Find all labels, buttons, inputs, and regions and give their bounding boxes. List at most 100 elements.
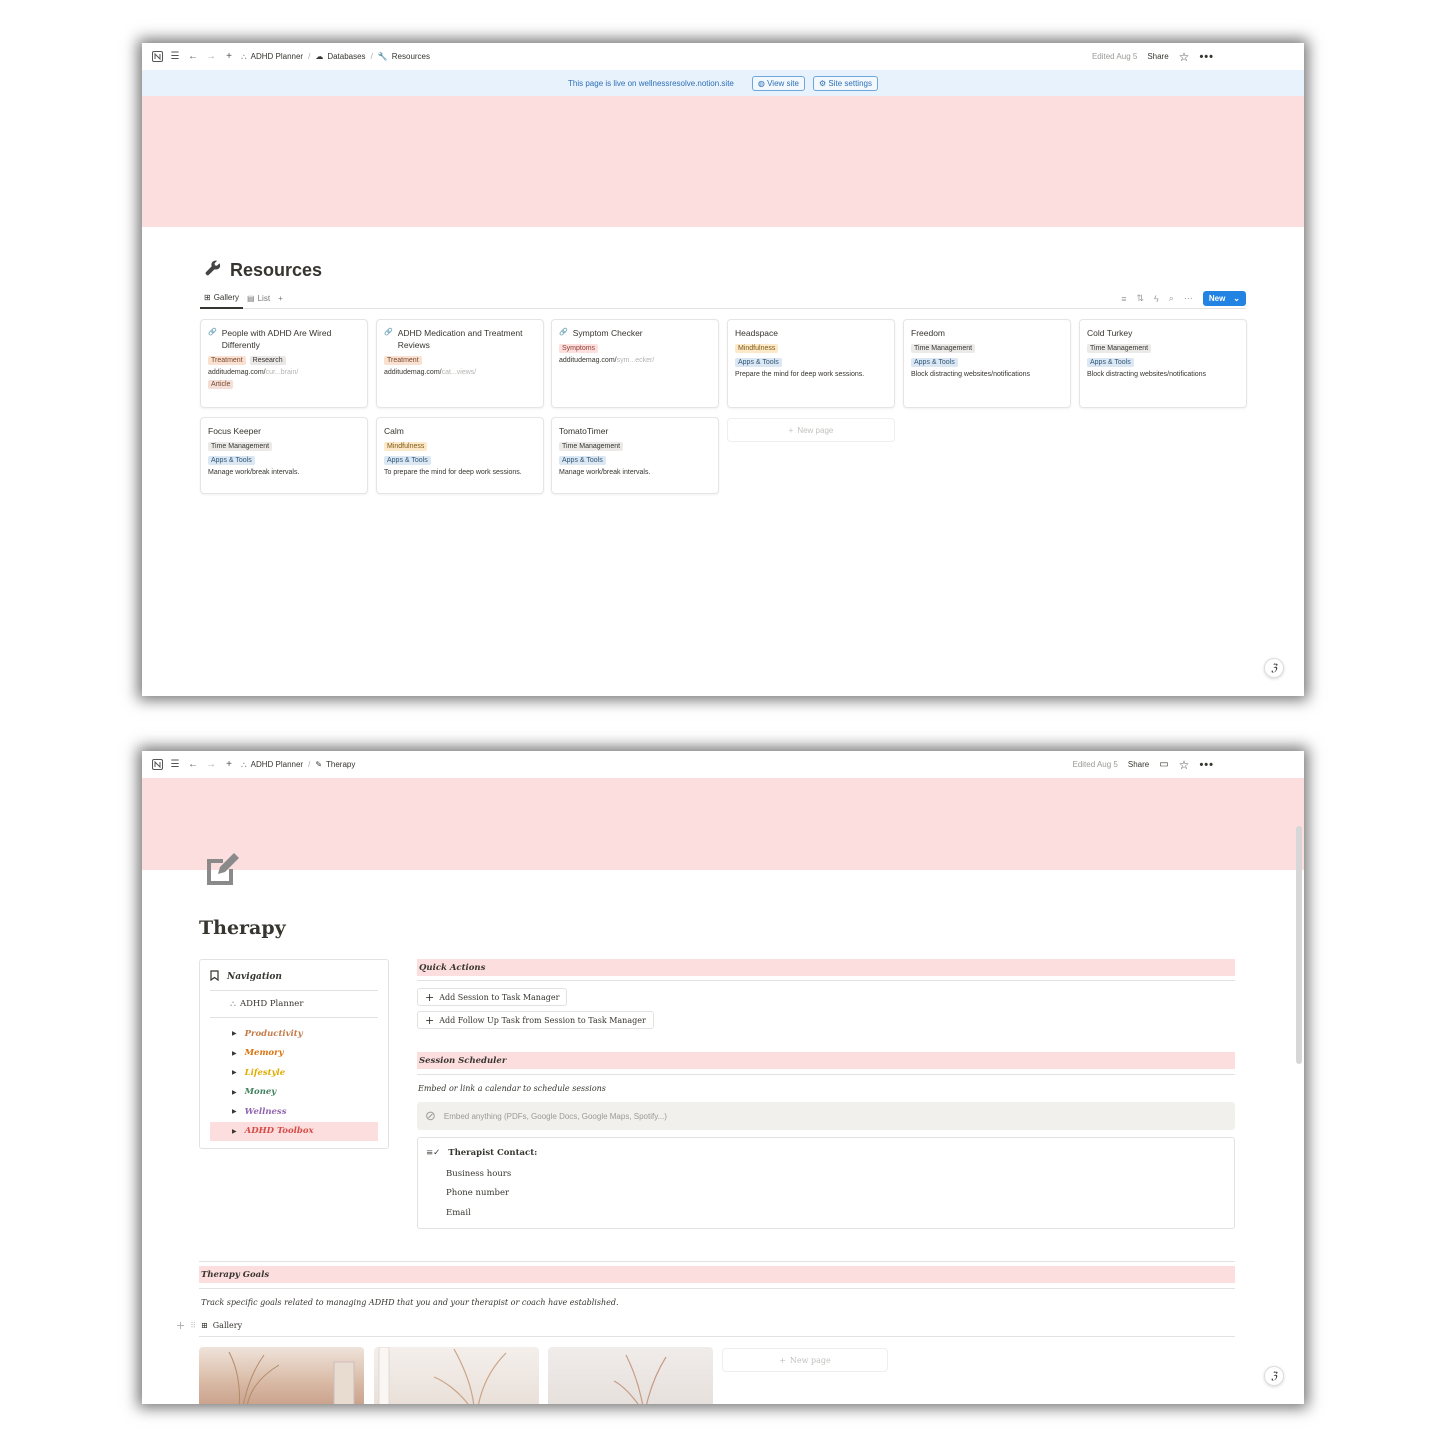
resource-card[interactable]: 🔗 People with ADHD Are Wired Differently T… [200,319,368,408]
tab-gallery[interactable]: ⊞ Gallery [200,289,244,309]
triangle-right-icon[interactable]: ▶ [232,1128,237,1135]
resource-card[interactable]: 🔗 ADHD Medication and Treatment Reviews Tr… [376,319,544,408]
menu-icon[interactable]: ☰ [169,51,181,63]
nav-toggle-item[interactable]: ▶ Productivity [210,1024,378,1044]
resource-card[interactable]: Calm Mindfulness Apps & Tools To prepare th… [376,417,544,494]
card-url-path: cat...views/ [441,369,477,376]
card-title-text: Symptom Checker [572,328,643,338]
search-icon[interactable]: ⌕ [1169,293,1174,304]
breadcrumb-databases[interactable]: Databases [327,52,365,61]
help-button[interactable]: ℨ [1264,1366,1284,1386]
resource-card[interactable]: Freedom Time Management Apps & Tools Block … [903,319,1071,408]
therapy-goals-heading-text: Therapy Goals [201,1269,270,1280]
card-url-path: cur...brain/ [265,369,299,376]
sort-icon[interactable]: ⇅ [1136,293,1144,304]
card-title: 🔗 ADHD Medication and Treatment Reviews [384,327,536,351]
triangle-right-icon[interactable]: ▶ [232,1108,237,1115]
share-button[interactable]: Share [1147,52,1168,61]
add-session-button[interactable]: + Add Session to Task Manager [417,988,568,1006]
add-icon[interactable]: + [223,759,235,771]
planner-icon: ⛬ [241,51,247,61]
wrench-small-icon: 🔧 [377,52,388,61]
more-options-icon[interactable]: ⋯ [1184,293,1193,304]
triangle-right-icon[interactable]: ▶ [232,1069,237,1076]
more-icon[interactable]: ••• [1199,759,1214,771]
breadcrumb-therapy[interactable]: Therapy [326,760,355,769]
new-page-button[interactable]: + New page [727,418,895,442]
nav-toggle-label: ADHD Toolbox [244,1126,314,1137]
triangle-right-icon[interactable]: ▶ [232,1089,237,1096]
resource-card[interactable]: Focus Keeper Time Management Apps & Tools M… [200,417,368,494]
triangle-right-icon[interactable]: ▶ [232,1050,237,1057]
forward-arrow-icon[interactable]: → [205,51,217,63]
share-button[interactable]: Share [1128,760,1149,769]
nav-toggle-item[interactable]: ▶ Lifestyle [210,1063,378,1083]
contact-phone-number: Phone number [446,1188,510,1199]
menu-icon[interactable]: ☰ [169,759,181,771]
add-view-icon[interactable]: + [274,289,287,309]
gallery-card-image[interactable] [199,1347,364,1404]
notion-logo-icon[interactable] [151,759,163,771]
view-site-button[interactable]: ◍ View site [751,75,805,91]
nav-toggle-list: ▶ Productivity ▶ Memory ▶ Lifestyle ▶ Money ▶ Wel… [210,1018,378,1141]
nav-toggle-item[interactable]: ▶ Memory [210,1044,378,1064]
automation-icon[interactable]: ϟ [1154,294,1159,304]
breadcrumb-planner[interactable]: ADHD Planner [251,760,303,769]
card-title: TomatoTimer [559,425,711,437]
breadcrumb-resources[interactable]: Resources [392,52,430,61]
card-url[interactable]: additudemag.com/cur...brain/ [208,369,360,376]
chevron-down-icon: ⌄ [1233,294,1240,303]
nav-link-adhd-planner[interactable]: ⛬ ADHD Planner [210,991,378,1018]
nav-toggle-item[interactable]: ▶ ADHD Toolbox [210,1121,378,1141]
resource-card[interactable]: Cold Turkey Time Management Apps & Tools Bl… [1079,319,1247,408]
tag: Apps & Tools [384,456,431,465]
notion-logo-icon[interactable] [151,51,163,63]
new-page-button[interactable]: + New page [722,1348,888,1372]
drag-handle-icon[interactable]: ⠿ [190,1321,196,1330]
back-arrow-icon[interactable]: ← [187,51,199,63]
add-block-icon[interactable]: + [176,1319,185,1332]
card-title: Calm [384,425,536,437]
star-icon[interactable]: ☆ [1179,758,1190,772]
card-url[interactable]: additudemag.com/cat...views/ [384,369,536,376]
resource-card[interactable]: TomatoTimer Time Management Apps & Tools Ma… [551,417,719,494]
resource-card[interactable]: 🔗 Symptom Checker Symptoms additudemag.com/… [551,319,719,408]
tag: Mindfulness [735,344,779,353]
star-icon[interactable]: ☆ [1179,50,1190,64]
resource-card[interactable]: Headspace Mindfulness Apps & Tools Prepare … [727,319,895,408]
gallery-card-image[interactable] [374,1347,539,1404]
scrollbar[interactable] [1296,826,1302,1064]
help-icon: ℨ [1270,1370,1278,1382]
nav-toggle-item[interactable]: ▶ Wellness [210,1102,378,1122]
edited-label: Edited Aug 5 [1091,52,1138,61]
top-bar: ☰ ← → + ⛬ ADHD Planner / ☁ Databases / 🔧… [142,43,1304,70]
filter-icon[interactable]: ≡ [1121,294,1126,304]
add-icon[interactable]: + [223,51,235,63]
tab-gallery-label: Gallery [213,293,240,302]
add-follow-up-button[interactable]: + Add Follow Up Task from Session to Tas… [417,1011,654,1029]
embed-block[interactable]: ⊘ Embed anything (PDFs, Google Docs, Goo… [417,1102,1235,1130]
triangle-right-icon[interactable]: ▶ [232,1030,237,1037]
help-button[interactable]: ℨ [1264,658,1284,678]
card-description: Block distracting websites/notifications [1087,371,1207,378]
breadcrumb-planner[interactable]: ADHD Planner [251,52,303,61]
nav-toggle-item[interactable]: ▶ Money [210,1083,378,1103]
view-bar: ⊞ Gallery ▤ List + ≡ ⇅ ϟ ⌕ ⋯ New ⌄ [200,289,1246,309]
link-icon: 🔗 [559,329,568,336]
gallery-card-image[interactable] [548,1347,713,1404]
card-title: Freedom [911,327,1063,339]
tag-list: Time Management Apps & Tools [911,344,1063,367]
tab-list[interactable]: ▤ List [243,289,274,309]
more-icon[interactable]: ••• [1199,51,1214,63]
card-url-domain: additudemag.com/ [559,357,617,364]
new-button[interactable]: New ⌄ [1202,291,1246,306]
card-url[interactable]: additudemag.com/sym...ecker/ [559,357,711,364]
navigation-heading-text: Navigation [227,972,282,982]
comment-icon[interactable]: ▭ [1159,759,1168,770]
tab-gallery[interactable]: + ⠿ ⊞ Gallery [176,1319,242,1332]
site-settings-button[interactable]: ⚙ Site settings [812,75,878,91]
forward-arrow-icon[interactable]: → [205,759,217,771]
nav-toggle-label: Wellness [244,1106,287,1117]
back-arrow-icon[interactable]: ← [187,759,199,771]
edited-label: Edited Aug 5 [1072,760,1118,769]
